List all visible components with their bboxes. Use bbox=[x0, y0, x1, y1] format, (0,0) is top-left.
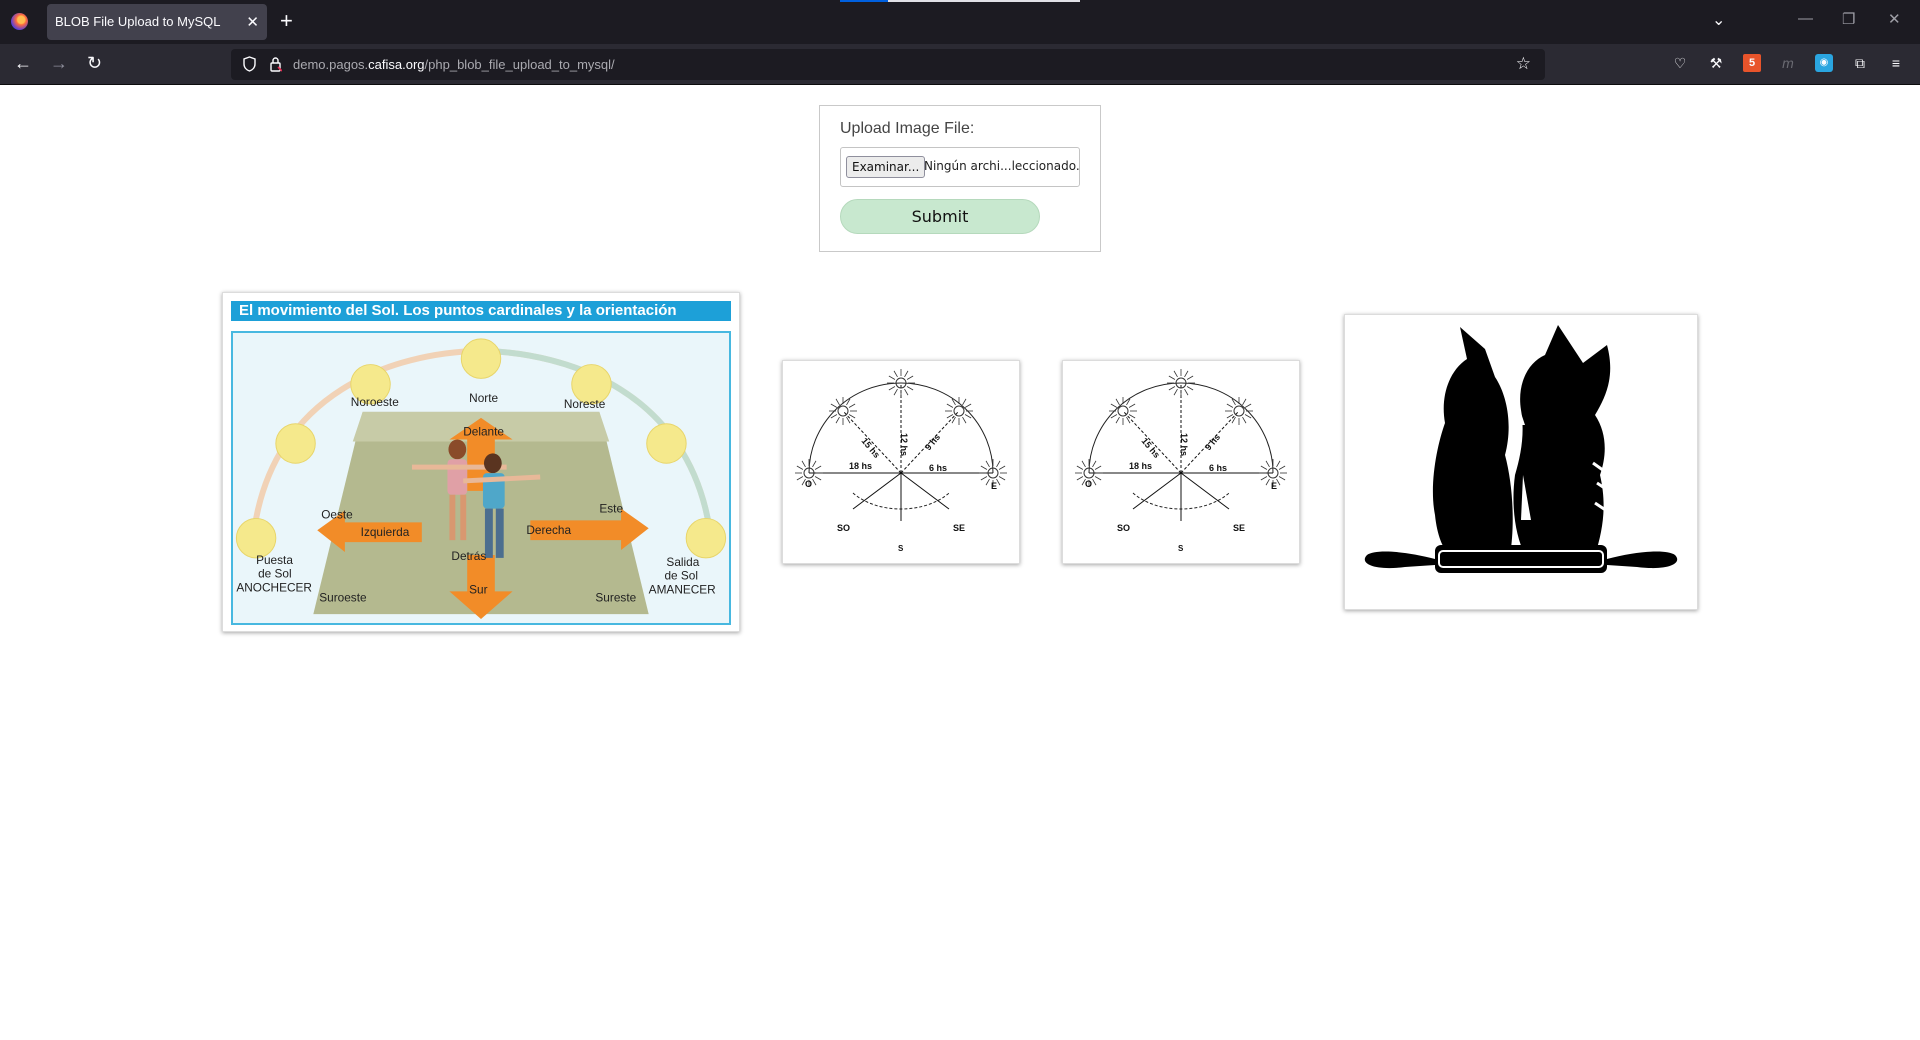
label-norte: Norte bbox=[469, 391, 498, 405]
compass-ray bbox=[1180, 472, 1230, 510]
label-suroeste: Suroeste bbox=[319, 590, 367, 604]
label-18hs: 18 hs bbox=[849, 461, 872, 471]
upload-label: Upload Image File: bbox=[840, 120, 975, 137]
label-oeste: Oeste bbox=[321, 507, 353, 521]
sun-compass-diagram: O E SO SE S 12 hs 15 hs 9 hs 18 hs 6 hs bbox=[1075, 369, 1287, 553]
label-sur: Sur bbox=[469, 582, 487, 596]
pocket-icon[interactable]: ♡ bbox=[1671, 54, 1689, 72]
compass-ray bbox=[900, 472, 950, 510]
sun-orientation-illustration: Norte Noroeste Noreste Delante Oeste Est… bbox=[231, 331, 731, 625]
label-este: Este bbox=[599, 502, 623, 516]
chevron-down-icon[interactable]: ⌄ bbox=[1712, 10, 1725, 30]
label-15hs: 15 hs bbox=[1139, 436, 1161, 460]
gallery-image-compass-1: O E SO SE S 12 hs 15 hs 9 hs 18 hs 6 hs bbox=[782, 360, 1020, 564]
gallery-image-sun-orientation: El movimiento del Sol. Los puntos cardin… bbox=[222, 292, 740, 632]
label-12hs: 12 hs bbox=[1179, 433, 1189, 456]
label-salida-de-sol: de Sol bbox=[664, 569, 698, 583]
sun-icon bbox=[646, 423, 687, 464]
label-delante: Delante bbox=[463, 425, 504, 439]
label-e: E bbox=[1271, 481, 1277, 491]
label-se: SE bbox=[1233, 523, 1245, 533]
label-9hs: 9 hs bbox=[923, 432, 942, 452]
label-9hs: 9 hs bbox=[1203, 432, 1222, 452]
plus-icon[interactable]: + bbox=[280, 8, 293, 34]
url-bar[interactable]: demo.pagos.cafisa.org/php_blob_file_uplo… bbox=[231, 49, 1545, 80]
firefox-logo-icon[interactable] bbox=[11, 13, 28, 30]
sun-icon bbox=[685, 517, 727, 559]
file-input[interactable]: Examinar... Ningún archi...leccionado. bbox=[840, 147, 1080, 187]
wrench-icon[interactable]: ⚒ bbox=[1707, 54, 1725, 72]
html5-extension-icon[interactable]: 5 bbox=[1743, 54, 1761, 72]
url-text[interactable]: demo.pagos.cafisa.org/php_blob_file_uplo… bbox=[293, 57, 615, 72]
back-icon[interactable]: ← bbox=[14, 53, 32, 74]
label-15hs: 15 hs bbox=[859, 436, 881, 460]
sun-icon bbox=[275, 423, 316, 464]
tab-indicator bbox=[888, 0, 1080, 2]
label-o: O bbox=[805, 479, 812, 489]
label-amanecer: AMANECER bbox=[649, 582, 716, 596]
label-noreste: Noreste bbox=[564, 397, 606, 411]
kittens-rolling-pin-silhouette-icon bbox=[1364, 325, 1678, 573]
label-6hs: 6 hs bbox=[1209, 463, 1227, 473]
label-s: S bbox=[898, 544, 904, 553]
reload-icon[interactable]: ↻ bbox=[87, 53, 102, 74]
page-content: Upload Image File: Examinar... Ningún ar… bbox=[0, 86, 1920, 1040]
sun-compass-diagram: O E SO SE S 12 hs 15 hs 9 hs 18 hs 6 hs bbox=[795, 369, 1007, 553]
label-noroeste: Noroeste bbox=[351, 395, 399, 409]
label-18hs: 18 hs bbox=[1129, 461, 1152, 471]
upload-form: Upload Image File: Examinar... Ningún ar… bbox=[819, 105, 1101, 252]
browse-button[interactable]: Examinar... bbox=[846, 156, 926, 178]
tab-title: BLOB File Upload to MySQL bbox=[55, 14, 221, 29]
minimize-icon[interactable]: — bbox=[1798, 10, 1813, 27]
label-izquierda: Izquierda bbox=[361, 525, 410, 539]
tab-indicator bbox=[840, 0, 888, 2]
menu-icon[interactable]: ≡ bbox=[1887, 54, 1905, 72]
star-icon[interactable]: ☆ bbox=[1516, 54, 1531, 74]
close-window-icon[interactable]: ✕ bbox=[1888, 10, 1901, 28]
label-derecha: Derecha bbox=[526, 523, 571, 537]
compass-ray bbox=[1132, 472, 1182, 510]
compass-ray bbox=[852, 472, 902, 510]
submit-button[interactable]: Submit bbox=[840, 199, 1040, 234]
label-se: SE bbox=[953, 523, 965, 533]
label-so: SO bbox=[1117, 523, 1130, 533]
label-sureste: Sureste bbox=[595, 590, 636, 604]
label-o: O bbox=[1085, 479, 1092, 489]
label-anochecer: ANOCHECER bbox=[236, 580, 312, 594]
tab-bar: BLOB File Upload to MySQL ✕ + ⌄ — ❐ ✕ bbox=[0, 0, 1920, 44]
gallery-image-kittens bbox=[1344, 314, 1698, 610]
label-s: S bbox=[1178, 544, 1184, 553]
extensions-icon[interactable]: ⧉ bbox=[1851, 54, 1869, 72]
label-6hs: 6 hs bbox=[929, 463, 947, 473]
lock-icon[interactable] bbox=[269, 56, 282, 72]
image-title: El movimiento del Sol. Los puntos cardin… bbox=[231, 301, 731, 321]
label-puesta: Puesta bbox=[256, 553, 293, 567]
sun-icon bbox=[460, 338, 502, 379]
gallery-image-compass-2: O E SO SE S 12 hs 15 hs 9 hs 18 hs 6 hs bbox=[1062, 360, 1300, 564]
forward-icon[interactable]: → bbox=[50, 53, 68, 74]
close-icon[interactable]: ✕ bbox=[246, 13, 259, 31]
label-puesta-de-sol: de Sol bbox=[258, 567, 292, 581]
label-detras: Detrás bbox=[451, 549, 486, 563]
file-status-text: Ningún archi...leccionado. bbox=[924, 159, 1080, 173]
restore-icon[interactable]: ❐ bbox=[1842, 10, 1855, 28]
m-extension-icon[interactable]: m bbox=[1779, 54, 1797, 72]
navigation-bar: ← → ↻ demo.pagos.cafisa.org/php_blob_fil… bbox=[0, 44, 1920, 85]
label-salida: Salida bbox=[666, 555, 699, 569]
label-so: SO bbox=[837, 523, 850, 533]
blue-extension-icon[interactable]: ◉ bbox=[1815, 54, 1833, 72]
label-12hs: 12 hs bbox=[899, 433, 909, 456]
tab-blob-upload[interactable]: BLOB File Upload to MySQL ✕ bbox=[47, 4, 267, 40]
shield-icon[interactable] bbox=[243, 56, 256, 72]
label-e: E bbox=[991, 481, 997, 491]
